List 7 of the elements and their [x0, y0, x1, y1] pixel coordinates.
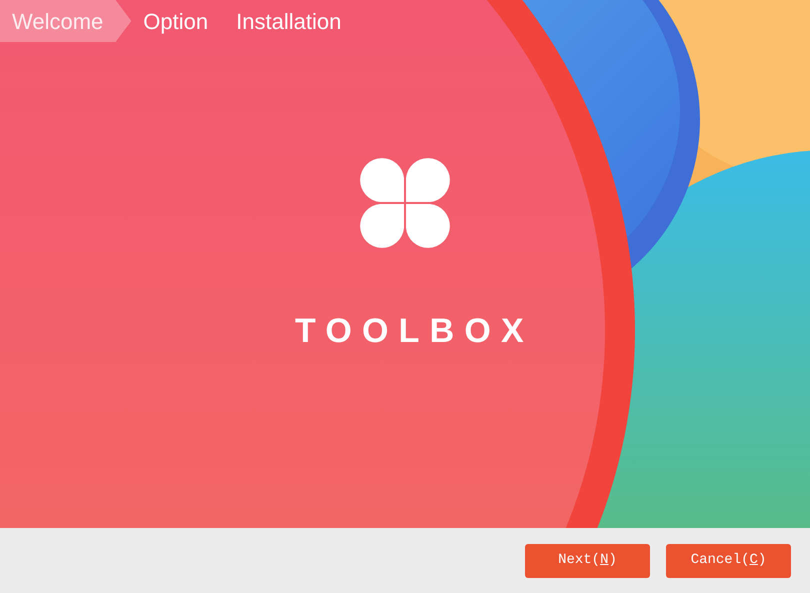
wizard-step: Option — [131, 0, 224, 42]
wizard-step: Welcome — [0, 0, 132, 42]
clover-logo-icon — [358, 156, 452, 250]
wizard-button[interactable]: Cancel(C) — [666, 544, 791, 578]
wizard-step: Installation — [224, 0, 358, 42]
product-name: TOOLBOX — [295, 314, 534, 348]
wizard-button[interactable]: Next(N) — [525, 544, 650, 578]
